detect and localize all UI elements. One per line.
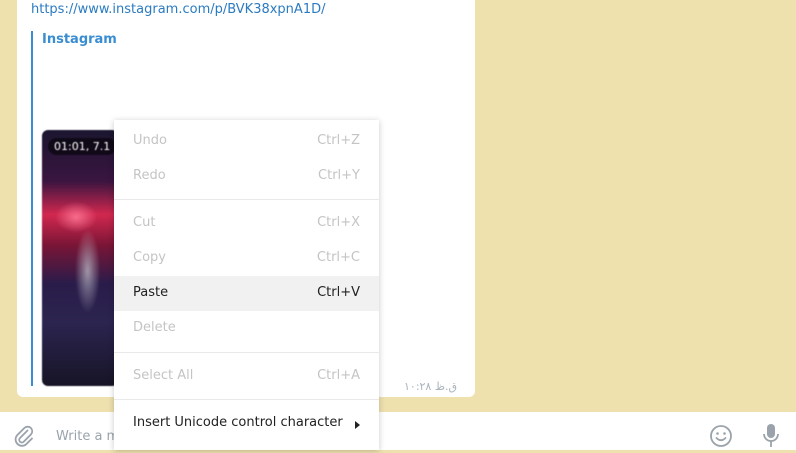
menu-item-label: Delete [133, 320, 176, 335]
submenu-arrow-icon [355, 421, 360, 429]
message-link[interactable]: https://www.instagram.com/p/BVK38xpnA1D/ [31, 2, 325, 17]
menu-item-undo[interactable]: Undo Ctrl+Z [114, 124, 379, 159]
menu-item-paste[interactable]: Paste Ctrl+V [114, 276, 379, 311]
menu-item-copy[interactable]: Copy Ctrl+C [114, 241, 379, 276]
menu-item-shortcut: Ctrl+V [317, 285, 360, 300]
microphone-icon[interactable] [761, 423, 781, 453]
menu-item-label: Paste [133, 285, 169, 300]
menu-item-label: Insert Unicode control character [133, 415, 343, 430]
preview-site-name[interactable]: Instagram [42, 32, 117, 47]
message-input[interactable]: Write a m [56, 429, 119, 444]
video-thumbnail[interactable]: 01:01, 7.1 [42, 130, 118, 386]
menu-item-label: Redo [133, 168, 166, 183]
menu-separator [114, 199, 379, 200]
menu-item-label: Cut [133, 215, 156, 230]
menu-item-label: Copy [133, 250, 166, 265]
message-timestamp: ۱۰:۲۸ ق.ظ [404, 380, 458, 393]
video-duration-badge: 01:01, 7.1 [48, 138, 117, 155]
menu-item-shortcut: Ctrl+Z [317, 133, 360, 148]
preview-accent-bar [31, 31, 33, 386]
menu-item-delete[interactable]: Delete [114, 311, 379, 346]
emoji-icon[interactable] [709, 424, 733, 452]
menu-item-shortcut: Ctrl+Y [318, 168, 360, 183]
menu-item-redo[interactable]: Redo Ctrl+Y [114, 159, 379, 194]
menu-item-label: Undo [133, 133, 167, 148]
menu-separator [114, 352, 379, 353]
menu-item-select-all[interactable]: Select All Ctrl+A [114, 359, 379, 394]
menu-item-shortcut: Ctrl+X [317, 215, 360, 230]
menu-item-insert-unicode[interactable]: Insert Unicode control character [114, 406, 379, 441]
menu-item-shortcut: Ctrl+C [316, 250, 360, 265]
menu-separator [114, 399, 379, 400]
context-menu: Undo Ctrl+Z Redo Ctrl+Y Cut Ctrl+X Copy … [114, 120, 379, 450]
menu-item-cut[interactable]: Cut Ctrl+X [114, 206, 379, 241]
paperclip-icon[interactable] [11, 423, 37, 453]
menu-item-shortcut: Ctrl+A [317, 368, 360, 383]
menu-item-label: Select All [133, 368, 194, 383]
